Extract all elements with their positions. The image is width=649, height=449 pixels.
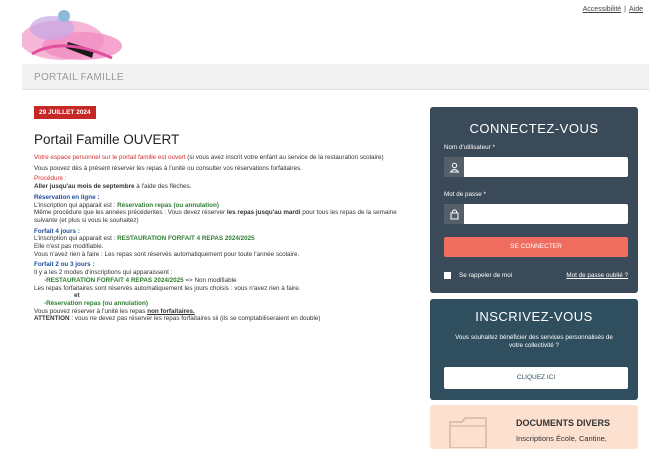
- page-title-bar: PORTAIL FAMILLE: [22, 64, 649, 90]
- attention-text: : vous ne devez pas réserver les repas f…: [69, 315, 321, 323]
- signup-title: INSCRIVEZ-VOUS: [475, 309, 593, 324]
- forfait23-line3: Les repas forfaitaires sont réservés aut…: [34, 284, 301, 292]
- username-field[interactable]: [444, 157, 628, 177]
- article-title: Portail Famille OUVERT: [34, 132, 180, 147]
- resa-line2-bold: les repas jusqu'au mardi: [226, 209, 301, 217]
- aller-line: Aller jusqu'au mois de septembre à l'aid…: [34, 183, 409, 191]
- f23-line5-text: Vous pouvez réserver à l'unité les repas: [34, 307, 148, 315]
- f23-line2-green: -RESTAURATION FORFAIT 4 REPAS 2024/2025: [44, 276, 184, 284]
- forgot-password-link[interactable]: Mot de passe oublié ?: [566, 272, 628, 279]
- help-link[interactable]: Aide: [629, 6, 643, 13]
- forfait23-line1: Il y a les 2 modes d'inscriptions qui ap…: [34, 269, 173, 277]
- documents-title: DOCUMENTS DIVERS: [516, 418, 611, 428]
- et-line: et: [74, 292, 80, 300]
- password-label: Mot de passe *: [444, 191, 487, 198]
- signup-button[interactable]: CLIQUEZ ICI: [444, 367, 628, 389]
- connect-button[interactable]: SE CONNECTER: [444, 237, 628, 257]
- intro-paragraph: Votre espace personnel sur le portail fa…: [34, 154, 409, 162]
- link-separator: |: [624, 6, 626, 13]
- resa-line1-green: Réservation repas (ou annulation): [117, 201, 219, 209]
- resa-line2-a: Même procédure que les années précédente…: [34, 209, 227, 217]
- intro-text: (si vous avez inscrit votre enfant au se…: [185, 154, 384, 161]
- documents-panel[interactable]: DOCUMENTS DIVERS Inscriptions École, Can…: [430, 405, 638, 449]
- username-label: Nom d'utilisateur *: [444, 144, 495, 151]
- password-field[interactable]: [444, 204, 628, 224]
- accessibility-link[interactable]: Accessibilité: [583, 6, 622, 13]
- intro-highlight: Votre espace personnel sur le portail fa…: [34, 154, 186, 161]
- remember-me[interactable]: Se rappeler de moi: [444, 272, 512, 279]
- f23-line5-underlined: non forfaitaires.: [147, 307, 195, 315]
- page-title: PORTAIL FAMILLE: [34, 72, 124, 83]
- login-title: CONNECTEZ-VOUS: [469, 121, 599, 136]
- article-body: Votre espace personnel sur le portail fa…: [34, 154, 409, 323]
- date-badge: 29 JUILLET 2024: [34, 106, 96, 119]
- attention-bold: ATTENTION: [34, 315, 70, 323]
- forfait4-line3: Vous n'avez rien à faire : Les repas son…: [34, 250, 300, 258]
- online-reservation-line1: L'inscription qui apparait est : Réserva…: [34, 202, 409, 210]
- f4-line1-text: L'inscription qui apparait est :: [34, 235, 118, 243]
- top-links: Accessibilité | Aide: [583, 6, 643, 13]
- user-icon: [444, 157, 464, 177]
- forfait4-line1: L'inscription qui apparait est : RESTAUR…: [34, 235, 409, 243]
- forfait23-line4: -Réservation repas (ou annulation): [44, 299, 148, 307]
- top-bar: Accessibilité | Aide: [0, 0, 649, 64]
- forfait4-heading: Forfait 4 jours :: [34, 227, 80, 235]
- f23-line2-rest: => Non modifiable: [183, 276, 237, 284]
- login-panel: CONNECTEZ-VOUS Nom d'utilisateur * Mot d…: [430, 107, 638, 293]
- forfait4-line2: Elle n'est pas modifiable.: [34, 243, 104, 251]
- procedure-heading: Procédure :: [34, 175, 67, 183]
- f4-line1-green: RESTAURATION FORFAIT 4 REPAS 2024/2025: [117, 235, 255, 243]
- remember-label: Se rappeler de moi: [459, 272, 513, 279]
- aller-bold: Aller jusqu'au mois de septembre: [34, 183, 135, 191]
- forfait23-line2: -RESTAURATION FORFAIT 4 REPAS 2024/2025 …: [34, 277, 409, 285]
- attention-line: ATTENTION : vous ne devez pas réserver l…: [34, 315, 409, 323]
- forfait23-line5: Vous pouvez réserver à l'unité les repas…: [34, 308, 409, 316]
- remember-checkbox[interactable]: [444, 272, 451, 279]
- forfait23-heading: Forfait 2 ou 3 jours :: [34, 261, 95, 269]
- signup-text: Vous souhaitez bénéficier des services p…: [455, 334, 613, 349]
- online-reservation-heading: Réservation en ligne :: [34, 193, 100, 201]
- aller-text: à l'aide des flèches.: [134, 183, 192, 191]
- documents-subtitle: Inscriptions École, Cantine,: [516, 434, 607, 443]
- site-logo[interactable]: [22, 6, 130, 62]
- folder-icon: [449, 417, 487, 448]
- signup-panel: INSCRIVEZ-VOUS Vous souhaitez bénéficier…: [430, 299, 638, 400]
- online-reservation-line2: Même procédure que les années précédente…: [34, 209, 409, 224]
- lock-icon: [444, 204, 464, 224]
- reservation-paragraph: Vous pouvez dès à présent réserver les r…: [34, 164, 302, 172]
- resa-line1-text: L'inscription qui apparait est :: [34, 201, 118, 209]
